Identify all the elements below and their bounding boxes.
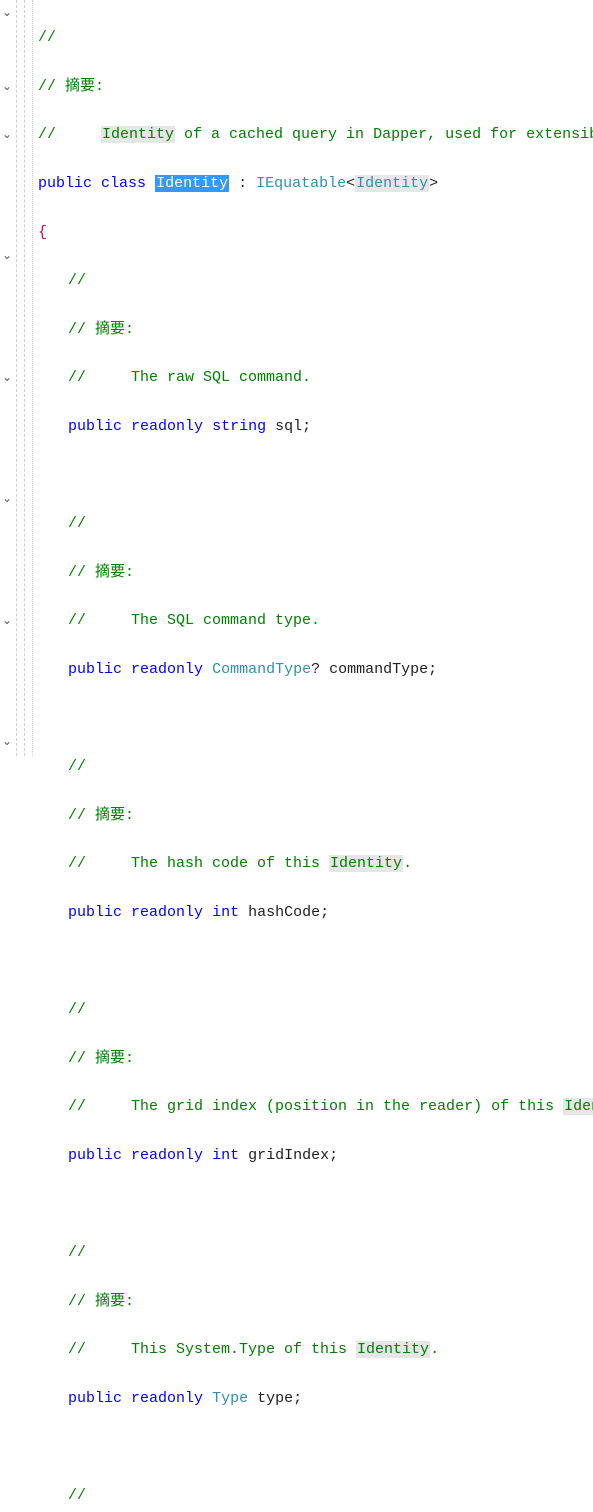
- chevron-down-icon: ⌄: [2, 370, 12, 385]
- fold-toggle[interactable]: ⌄: [0, 367, 14, 387]
- fold-toggle[interactable]: ⌄: [0, 245, 14, 265]
- fold-toggle[interactable]: ⌄: [0, 76, 14, 96]
- type: Type: [212, 1390, 248, 1407]
- comment: // The SQL command type.: [68, 612, 320, 629]
- comment: of a cached query in Dapper, used for ex…: [175, 126, 593, 143]
- keyword: readonly: [131, 904, 203, 921]
- keyword: readonly: [131, 1147, 203, 1164]
- comment: // 摘要:: [68, 807, 134, 824]
- comment: // 摘要:: [68, 564, 134, 581]
- keyword: int: [212, 904, 239, 921]
- comment: // 摘要:: [68, 1050, 134, 1067]
- highlighted-reference: Identity: [355, 175, 429, 192]
- chevron-down-icon: ⌄: [2, 79, 12, 94]
- fold-toggle[interactable]: ⌄: [0, 2, 14, 22]
- comment: //: [38, 126, 101, 143]
- comment: // This System.Type of this: [68, 1341, 356, 1358]
- comment: // 摘要:: [68, 1293, 134, 1310]
- comment: //: [38, 29, 56, 46]
- keyword: string: [212, 418, 266, 435]
- comment: //: [68, 758, 86, 775]
- highlighted-reference: Identity: [356, 1341, 430, 1358]
- comment: //: [68, 515, 86, 532]
- fold-toggle[interactable]: ⌄: [0, 488, 14, 508]
- keyword: public: [68, 1147, 122, 1164]
- identifier: sql: [275, 418, 302, 435]
- indent-guides: [16, 0, 38, 756]
- keyword: int: [212, 1147, 239, 1164]
- chevron-down-icon: ⌄: [2, 127, 12, 142]
- gutter: ⌄ ⌄ ⌄ ⌄ ⌄ ⌄ ⌄ ⌄: [0, 0, 38, 756]
- highlighted-reference: Identity: [329, 855, 403, 872]
- code-editor: ⌄ ⌄ ⌄ ⌄ ⌄ ⌄ ⌄ ⌄ // // 摘要: // Identity of…: [0, 0, 593, 756]
- comment: .: [403, 855, 412, 872]
- type: IEquatable: [256, 175, 346, 192]
- chevron-down-icon: ⌄: [2, 248, 12, 263]
- keyword: public: [68, 904, 122, 921]
- identifier: type: [257, 1390, 293, 1407]
- chevron-down-icon: ⌄: [2, 491, 12, 506]
- comment: //: [68, 1487, 86, 1504]
- fold-toggle[interactable]: ⌄: [0, 124, 14, 144]
- brace: {: [38, 224, 47, 241]
- comment: // The hash code of this: [68, 855, 329, 872]
- comment: // 摘要:: [68, 321, 134, 338]
- comment: // The raw SQL command.: [68, 369, 311, 386]
- type: CommandType: [212, 661, 311, 678]
- selected-identifier: Identity: [155, 175, 229, 192]
- keyword: readonly: [131, 661, 203, 678]
- keyword: class: [101, 175, 146, 192]
- fold-column: ⌄ ⌄ ⌄ ⌄ ⌄ ⌄ ⌄ ⌄: [0, 0, 14, 756]
- keyword: readonly: [131, 418, 203, 435]
- keyword: public: [68, 1390, 122, 1407]
- comment: // 摘要:: [38, 78, 104, 95]
- identifier: commandType: [329, 661, 428, 678]
- identifier: gridIndex: [248, 1147, 329, 1164]
- fold-toggle[interactable]: ⌄: [0, 610, 14, 630]
- chevron-down-icon: ⌄: [2, 613, 12, 628]
- fold-toggle[interactable]: ⌄: [0, 731, 14, 751]
- keyword: public: [68, 418, 122, 435]
- keyword: public: [68, 661, 122, 678]
- comment: //: [68, 272, 86, 289]
- chevron-down-icon: ⌄: [2, 5, 12, 20]
- keyword: readonly: [131, 1390, 203, 1407]
- keyword: public: [38, 175, 92, 192]
- highlighted-reference: Identity: [101, 126, 175, 143]
- chevron-down-icon: ⌄: [2, 734, 12, 749]
- comment: //: [68, 1244, 86, 1261]
- highlighted-reference: Identity: [563, 1098, 593, 1115]
- comment: .: [430, 1341, 439, 1358]
- code-area[interactable]: // // 摘要: // Identity of a cached query …: [38, 0, 593, 756]
- comment: // The grid index (position in the reade…: [68, 1098, 563, 1115]
- identifier: hashCode: [248, 904, 320, 921]
- comment: //: [68, 1001, 86, 1018]
